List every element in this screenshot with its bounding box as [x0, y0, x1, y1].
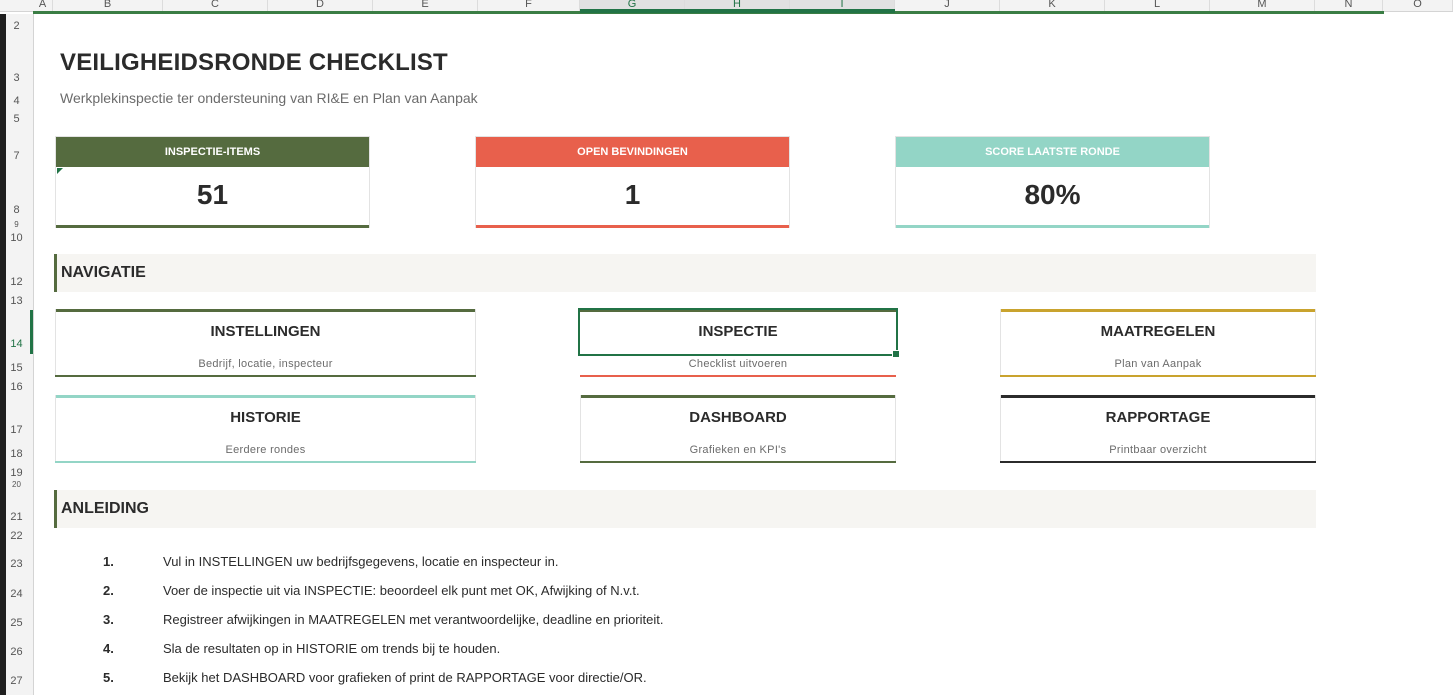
kpi-accent-line [896, 225, 1209, 228]
row-header-cell[interactable]: 18 [0, 448, 33, 460]
row-header-cell[interactable]: 24 [0, 588, 33, 600]
nav-card-subtitle: Eerdere rondes [225, 444, 306, 456]
kpi-label: OPEN BEVINDINGEN [476, 137, 789, 167]
column-header-cell[interactable]: M [1210, 0, 1315, 11]
section-title: NAVIGATIE [61, 264, 146, 281]
nav-card-subtitle: Printbaar overzicht [1109, 444, 1207, 456]
nav-card-subtitle: Grafieken en KPI's [689, 444, 787, 456]
fill-handle[interactable] [892, 350, 900, 358]
kpi-accent-line [476, 225, 789, 228]
kpi-value: 80% [1024, 179, 1081, 210]
nav-card-title: DASHBOARD [689, 409, 787, 426]
step-text: Bekijk het DASHBOARD voor grafieken of p… [163, 670, 647, 685]
column-header-cell[interactable]: L [1105, 0, 1210, 11]
column-header-cell[interactable]: B [53, 0, 163, 11]
column-header-cell[interactable]: A [33, 0, 53, 11]
nav-card-subtitle: Checklist uitvoeren [688, 358, 788, 370]
row-header-cell[interactable]: 14 [0, 338, 33, 350]
step-text: Vul in INSTELLINGEN uw bedrijfsgegevens,… [163, 554, 559, 569]
kpi-card-open-findings: OPEN BEVINDINGEN 1 [475, 136, 790, 228]
nav-card-bottom-border [55, 461, 476, 463]
kpi-card-inspection-items: INSPECTIE-ITEMS 51 [55, 136, 370, 228]
column-header-cell[interactable]: J [895, 0, 1000, 11]
step-text: Voer de inspectie uit via INSPECTIE: beo… [163, 583, 640, 598]
page-title: VEILIGHEIDSRONDE CHECKLIST [60, 49, 448, 76]
column-header-cell[interactable]: N [1315, 0, 1383, 11]
row-header-cell[interactable]: 4 [0, 95, 33, 107]
comment-indicator [57, 168, 63, 174]
step-text: Sla de resultaten op in HISTORIE om tren… [163, 641, 501, 656]
row-header-cell[interactable]: 20 [0, 480, 33, 489]
nav-card-bottom-border [580, 375, 896, 377]
section-header-navigation: NAVIGATIE [54, 254, 1316, 292]
column-header-cell[interactable]: E [373, 0, 478, 11]
column-header-cell[interactable]: C [163, 0, 268, 11]
row-header-cell[interactable]: 27 [0, 675, 33, 687]
nav-card-bottom-border [1000, 461, 1316, 463]
nav-card-maatregelen[interactable]: MAATREGELEN Plan van Aanpak [1000, 309, 1316, 377]
row-header-cell[interactable]: 21 [0, 511, 33, 523]
nav-card-top-border [55, 395, 476, 398]
nav-card-bottom-border [580, 461, 896, 463]
selected-row-indicator [30, 310, 33, 354]
nav-card-top-border [1000, 395, 1316, 398]
row-header-cell[interactable]: 17 [0, 424, 33, 436]
row-header-cell[interactable]: 19 [0, 467, 33, 479]
selected-columns-indicator [580, 9, 895, 13]
column-header-cell[interactable]: K [1000, 0, 1105, 11]
row-header-cell[interactable]: 10 [0, 232, 33, 244]
step-number: 1. [103, 554, 114, 569]
nav-card-title: MAATREGELEN [1100, 323, 1216, 340]
nav-card-title: INSTELLINGEN [210, 323, 321, 340]
row-header-cell[interactable]: 22 [0, 530, 33, 542]
nav-card-subtitle: Bedrijf, locatie, inspecteur [198, 358, 333, 370]
row-header-cell[interactable]: 2 [0, 20, 33, 32]
step-text: Registreer afwijkingen in MAATREGELEN me… [163, 612, 664, 627]
kpi-accent-line [56, 225, 369, 228]
row-header-cell[interactable]: 16 [0, 381, 33, 393]
nav-card-dashboard[interactable]: DASHBOARD Grafieken en KPI's [580, 395, 896, 463]
nav-card-historie[interactable]: HISTORIE Eerdere rondes [55, 395, 476, 463]
row-header-cell[interactable]: 7 [0, 150, 33, 162]
kpi-label: SCORE LAATSTE RONDE [896, 137, 1209, 167]
nav-card-bottom-border [1000, 375, 1316, 377]
kpi-value: 1 [624, 179, 641, 210]
nav-card-bottom-border [55, 375, 476, 377]
row-header-cell[interactable]: 8 [0, 204, 33, 216]
column-header-cell[interactable]: D [268, 0, 373, 11]
section-title: ANLEIDING [61, 500, 149, 517]
row-header-cell[interactable]: 25 [0, 617, 33, 629]
nav-card-top-border [580, 395, 896, 398]
step-number: 3. [103, 612, 114, 627]
column-header-cell[interactable]: O [1383, 0, 1453, 11]
row-header-cell[interactable]: 23 [0, 558, 33, 570]
nav-card-title: RAPPORTAGE [1105, 409, 1211, 426]
step-number: 2. [103, 583, 114, 598]
row-header-cell[interactable]: 5 [0, 113, 33, 125]
row-header-cell[interactable]: 3 [0, 72, 33, 84]
kpi-label: INSPECTIE-ITEMS [56, 137, 369, 167]
step-number: 5. [103, 670, 114, 685]
nav-card-instellingen[interactable]: INSTELLINGEN Bedrijf, locatie, inspecteu… [55, 309, 476, 377]
nav-card-rapportage[interactable]: RAPPORTAGE Printbaar overzicht [1000, 395, 1316, 463]
row-header-cell[interactable]: 26 [0, 646, 33, 658]
nav-card-subtitle: Plan van Aanpak [1114, 358, 1202, 370]
column-header-cell[interactable]: F [478, 0, 580, 11]
row-header-cell[interactable]: 15 [0, 362, 33, 374]
section-header-instructions: ANLEIDING [54, 490, 1316, 528]
row-header-cell[interactable]: 12 [0, 276, 33, 288]
nav-card-top-border [1000, 309, 1316, 312]
row-header-cell[interactable]: 9 [0, 220, 33, 229]
active-cell-selection[interactable] [578, 308, 900, 358]
row-header-cell[interactable]: 13 [0, 295, 33, 307]
page-subtitle: Werkplekinspectie ter ondersteuning van … [60, 90, 478, 106]
step-number: 4. [103, 641, 114, 656]
kpi-card-last-score: SCORE LAATSTE RONDE 80% [895, 136, 1210, 228]
nav-card-title: HISTORIE [230, 409, 301, 426]
nav-card-top-border [55, 309, 476, 312]
kpi-value: 51 [196, 179, 229, 210]
